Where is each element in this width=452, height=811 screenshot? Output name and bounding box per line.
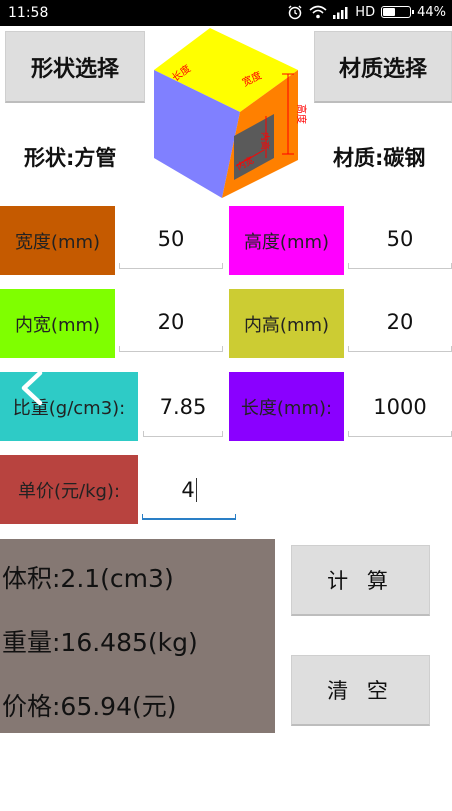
- inner-width-input[interactable]: 20: [119, 290, 223, 354]
- diagram-height-label: 高度: [295, 104, 308, 124]
- length-input[interactable]: 1000: [348, 375, 452, 439]
- results-panel: 体积:2.1(cm3) 重量:16.485(kg) 价格:65.94(元): [0, 539, 275, 733]
- inner-height-label: 内高(mm): [229, 289, 344, 358]
- network-type: HD: [355, 4, 376, 20]
- status-bar: 11:58 HD 44%: [0, 0, 452, 26]
- alarm-icon: [288, 5, 302, 20]
- signal-icon: [333, 6, 348, 19]
- density-value: 7.85: [159, 395, 207, 419]
- width-value: 50: [157, 227, 185, 251]
- diagram-inner-height-label: 内高: [259, 132, 271, 150]
- inner-height-value: 20: [386, 310, 414, 334]
- battery-percent: 44%: [417, 4, 446, 20]
- battery-icon: [381, 6, 415, 18]
- clear-button[interactable]: 清 空: [291, 655, 430, 726]
- height-value: 50: [386, 227, 414, 251]
- unit-price-label: 单价(元/kg):: [0, 455, 138, 524]
- width-label: 宽度(mm): [0, 206, 115, 275]
- density-input[interactable]: 7.85: [143, 375, 223, 439]
- status-icons: HD 44%: [287, 4, 446, 20]
- status-time: 11:58: [8, 5, 49, 21]
- square-tube-diagram: 长度 宽度 高度 内高 内宽: [154, 28, 308, 198]
- width-input[interactable]: 50: [119, 207, 223, 271]
- inner-height-input[interactable]: 20: [348, 290, 452, 354]
- volume-result: 体积:2.1(cm3): [2, 564, 174, 593]
- battery-level: [383, 8, 396, 16]
- unit-price-value: 4: [181, 478, 195, 502]
- selected-shape-label: 形状:方管: [24, 146, 117, 170]
- inner-width-label: 内宽(mm): [0, 289, 115, 358]
- wifi-icon: [309, 5, 327, 19]
- height-input[interactable]: 50: [348, 207, 452, 271]
- weight-result: 重量:16.485(kg): [2, 628, 198, 657]
- length-value: 1000: [373, 395, 427, 419]
- length-label: 长度(mm):: [229, 372, 344, 441]
- text-caret: [195, 478, 197, 502]
- price-result: 价格:65.94(元): [2, 692, 177, 721]
- material-select-button[interactable]: 材质选择: [314, 31, 452, 103]
- unit-price-input[interactable]: 4: [142, 458, 236, 522]
- height-label: 高度(mm): [229, 206, 344, 275]
- calculate-button[interactable]: 计 算: [291, 545, 430, 616]
- shape-select-button[interactable]: 形状选择: [5, 31, 145, 103]
- inner-width-value: 20: [157, 310, 185, 334]
- selected-material-label: 材质:碳钢: [333, 146, 426, 170]
- chevron-left-icon[interactable]: [14, 368, 54, 408]
